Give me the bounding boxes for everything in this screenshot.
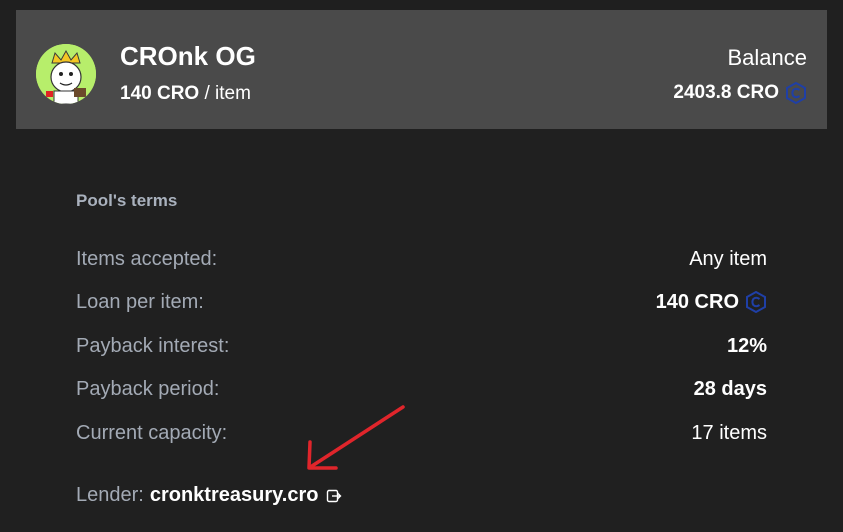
lender-label: Lender: <box>76 484 144 506</box>
cro-coin-icon <box>746 291 766 313</box>
cronk-avatar-icon <box>36 44 96 104</box>
term-row-payback-interest: Payback interest: 12% <box>76 333 767 359</box>
term-value: 28 days <box>693 377 767 400</box>
term-label: Items accepted: <box>76 247 218 270</box>
cro-coin-icon <box>786 82 806 104</box>
collection-name: CROnk OG <box>120 41 256 71</box>
balance-value: 2403.8 CRO <box>673 82 779 103</box>
term-label: Current capacity: <box>76 421 228 444</box>
collection-avatar <box>36 44 96 104</box>
term-row-payback-period: Payback period: 28 days <box>76 376 767 402</box>
lender-link[interactable]: cronktreasury.cro <box>150 484 319 507</box>
price-unit: / item <box>199 83 251 104</box>
top-strip <box>0 0 843 10</box>
pool-terms-title: Pool's terms <box>76 191 178 210</box>
pool-details-panel: CROnk OG 140 CRO / item Balance 2403.8 C… <box>0 0 843 532</box>
term-value: 17 items <box>691 421 767 444</box>
term-label: Payback interest: <box>76 334 230 357</box>
price-amount: 140 CRO <box>120 83 200 104</box>
balance-label: Balance <box>727 45 807 70</box>
balance-value-row: 2403.8 CRO <box>673 82 807 104</box>
lender-row: Lender: cronktreasury.cro <box>76 484 342 507</box>
external-link-icon[interactable] <box>326 488 342 504</box>
term-row-loan-per-item: Loan per item: 140 CRO <box>76 289 767 315</box>
term-value-row: 140 CRO <box>656 291 767 314</box>
term-label: Loan per item: <box>76 290 204 313</box>
term-label: Payback period: <box>76 377 220 400</box>
price-per-item: 140 CRO / item <box>120 83 251 105</box>
term-row-current-capacity: Current capacity: 17 items <box>76 420 767 446</box>
term-value: 12% <box>726 334 767 357</box>
term-value: Any item <box>689 247 767 270</box>
term-value: 140 CRO <box>655 290 739 313</box>
term-row-items-accepted: Items accepted: Any item <box>76 246 767 272</box>
